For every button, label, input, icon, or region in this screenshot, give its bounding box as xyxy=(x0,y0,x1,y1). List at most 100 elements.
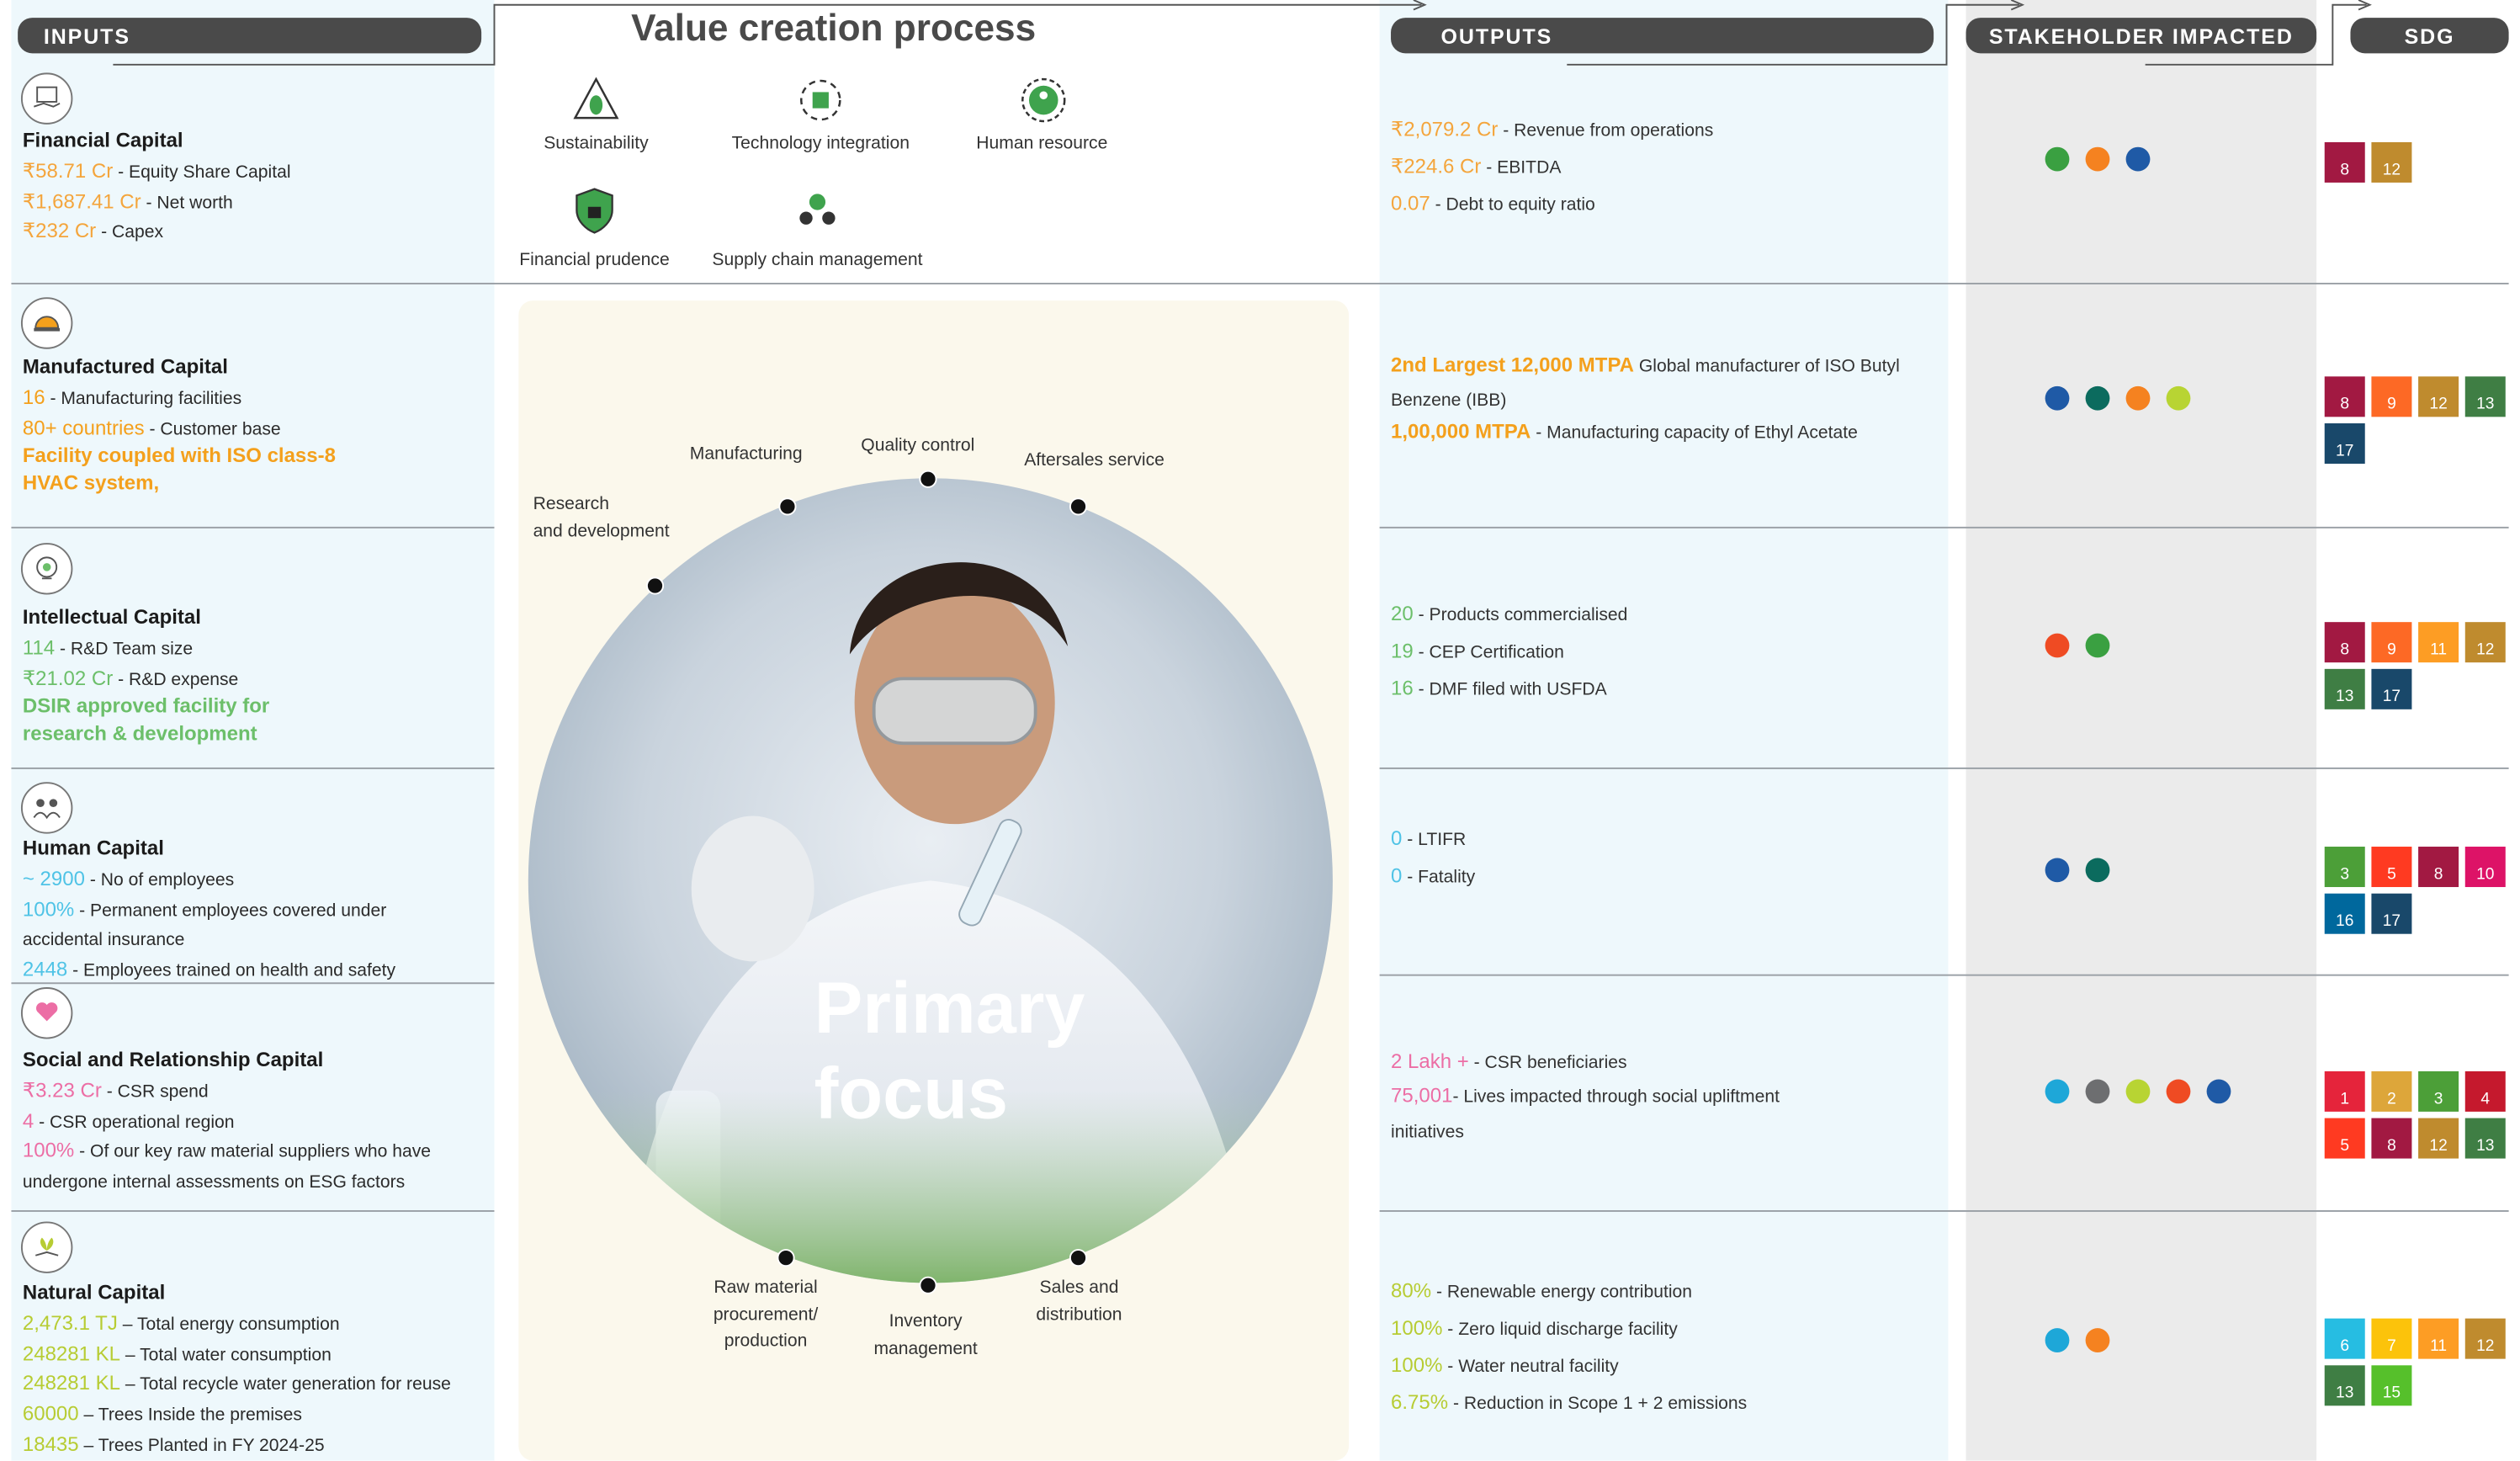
stage-label: Manufacturing xyxy=(689,444,803,465)
stage-label: management xyxy=(873,1338,978,1358)
natural-outputs: 80% - Renewable energy contribution 100%… xyxy=(1391,1273,1747,1423)
metric-label: – Total recycle water generation for reu… xyxy=(120,1375,451,1395)
metric-value: 114 xyxy=(22,635,56,659)
people-icon xyxy=(1021,77,1066,123)
sdg-10-icon: 10 xyxy=(2464,847,2506,888)
stakeholder-dots xyxy=(2045,1079,2231,1104)
metric-value: ₹3.23 Cr xyxy=(22,1079,102,1102)
metric-label: - CSR operational region xyxy=(34,1112,235,1132)
capital-title: Intellectual Capital xyxy=(22,605,201,629)
metric-value: 2,473.1 TJ xyxy=(22,1311,118,1335)
stakeholder-header: STAKEHOLDER IMPACTED xyxy=(1966,18,2317,54)
sdg-15-icon: 15 xyxy=(2371,1365,2412,1406)
value-creation-title: Value creation process xyxy=(631,6,1037,49)
stage-marker xyxy=(645,576,665,595)
stage-sales: Sales and distribution xyxy=(1015,1275,1144,1328)
stage-marker xyxy=(1069,497,1088,516)
stage-quality-control: Quality control xyxy=(861,433,974,460)
metric-label: - R&D expense xyxy=(113,669,239,689)
row-divider xyxy=(1379,526,2509,529)
primary-focus-word: Primary xyxy=(814,966,1085,1049)
stage-aftersales: Aftersales service xyxy=(1024,448,1165,475)
shield-icon xyxy=(576,188,613,234)
metric-label: - Manufacturing capacity of Ethyl Acetat… xyxy=(1531,423,1858,444)
sdg-17-icon: 17 xyxy=(2371,893,2412,934)
sdg-9-icon: 9 xyxy=(2371,622,2412,663)
metric-value: 2448 xyxy=(22,958,68,981)
stakeholder-dot xyxy=(2085,858,2110,883)
scientist-photo xyxy=(528,478,1333,1283)
sdg-2-icon: 2 xyxy=(2371,1071,2412,1112)
row-divider xyxy=(1379,974,2509,976)
metric-value: 60000 xyxy=(22,1402,79,1426)
stakeholder-dot xyxy=(2085,1079,2110,1104)
stage-label: procurement/ xyxy=(713,1304,819,1325)
recycle-leaf-icon xyxy=(573,77,619,120)
sdg-12-icon: 12 xyxy=(2418,1118,2459,1159)
sdg-8-icon: 8 xyxy=(2324,141,2365,183)
stage-marker xyxy=(778,497,797,516)
stage-label: Raw material xyxy=(714,1278,818,1298)
sdg-tiles: 3 5 8 10 16 17 xyxy=(2324,847,2518,934)
metric-value: 19 xyxy=(1391,640,1414,663)
stage-marker xyxy=(1069,1249,1088,1267)
metric-label: – Total water consumption xyxy=(120,1345,332,1365)
row-divider xyxy=(11,282,2509,284)
stakeholder-dot xyxy=(2125,1079,2151,1104)
stakeholder-dot xyxy=(2045,633,2070,658)
stakeholder-dot xyxy=(2125,146,2151,172)
metric-label: - Revenue from operations xyxy=(1498,120,1714,141)
stakeholder-dots xyxy=(2045,385,2191,411)
metric-value: 4 xyxy=(22,1109,34,1132)
manufactured-outputs: 2nd Largest 12,000 MTPA Global manufactu… xyxy=(1391,349,1900,449)
metric-value: 80+ countries xyxy=(22,416,145,439)
stage-research: Research and development xyxy=(533,491,670,545)
social-capital: Social and Relationship Capital ₹3.23 Cr… xyxy=(23,1045,431,1197)
intellectual-outputs: 20 - Products commercialised 19 - CEP Ce… xyxy=(1391,596,1627,708)
sdg-12-icon: 12 xyxy=(2464,1318,2506,1359)
stakeholder-dot xyxy=(2085,633,2110,658)
metric-label: - R&D Team size xyxy=(55,639,194,659)
highlight-text: DSIR approved facility for xyxy=(22,695,270,718)
metric-label: - Capex xyxy=(96,223,164,243)
metric-value: 2 Lakh + xyxy=(1391,1049,1469,1073)
row-divider xyxy=(1379,1210,2509,1212)
metric-value: ₹21.02 Cr xyxy=(22,666,114,689)
sdg-5-icon: 5 xyxy=(2324,1118,2365,1159)
capital-title: Natural Capital xyxy=(22,1281,166,1304)
metric-label: - DMF filed with USFDA xyxy=(1413,680,1607,700)
supply-chain-icon xyxy=(799,194,836,225)
metric-value: 20 xyxy=(1391,603,1414,626)
stage-marker xyxy=(919,1276,937,1294)
heart-hands-icon xyxy=(20,987,73,1039)
focus-label: Sustainability xyxy=(544,134,649,154)
metric-value: 100% xyxy=(22,1140,75,1162)
sdg-13-icon: 13 xyxy=(2464,376,2506,417)
metric-label: - Renewable energy contribution xyxy=(1431,1283,1693,1303)
stakeholder-dots xyxy=(2045,1328,2110,1352)
sdg-13-icon: 13 xyxy=(2464,1118,2506,1159)
natural-capital: Natural Capital 2,473.1 TJ – Total energ… xyxy=(23,1278,451,1460)
focus-label: Human resource xyxy=(976,134,1108,154)
network-icon xyxy=(800,79,841,121)
row-divider xyxy=(11,526,495,529)
team-icon xyxy=(20,782,73,834)
metric-value: 100% xyxy=(22,897,75,921)
stakeholder-dot xyxy=(2166,1079,2191,1104)
stakeholder-band xyxy=(1966,0,2317,1461)
sdg-1-icon: 1 xyxy=(2324,1071,2365,1112)
metric-value: 16 xyxy=(1391,677,1414,700)
metric-value: 18435 xyxy=(22,1432,79,1456)
highlight-text: HVAC system, xyxy=(22,471,160,495)
row-divider xyxy=(11,767,495,769)
stage-label: Sales and xyxy=(1039,1278,1119,1298)
focus-label: Supply chain management xyxy=(712,250,923,270)
stakeholder-dot xyxy=(2085,1328,2110,1352)
sdg-3-icon: 3 xyxy=(2418,1071,2459,1112)
sdg-header: SDG xyxy=(2350,18,2509,54)
stage-label: Research xyxy=(533,494,609,514)
sdg-7-icon: 7 xyxy=(2371,1318,2412,1359)
head-bulb-icon xyxy=(20,543,73,595)
sdg-8-icon: 8 xyxy=(2324,622,2365,663)
sdg-8-icon: 8 xyxy=(2418,847,2459,888)
